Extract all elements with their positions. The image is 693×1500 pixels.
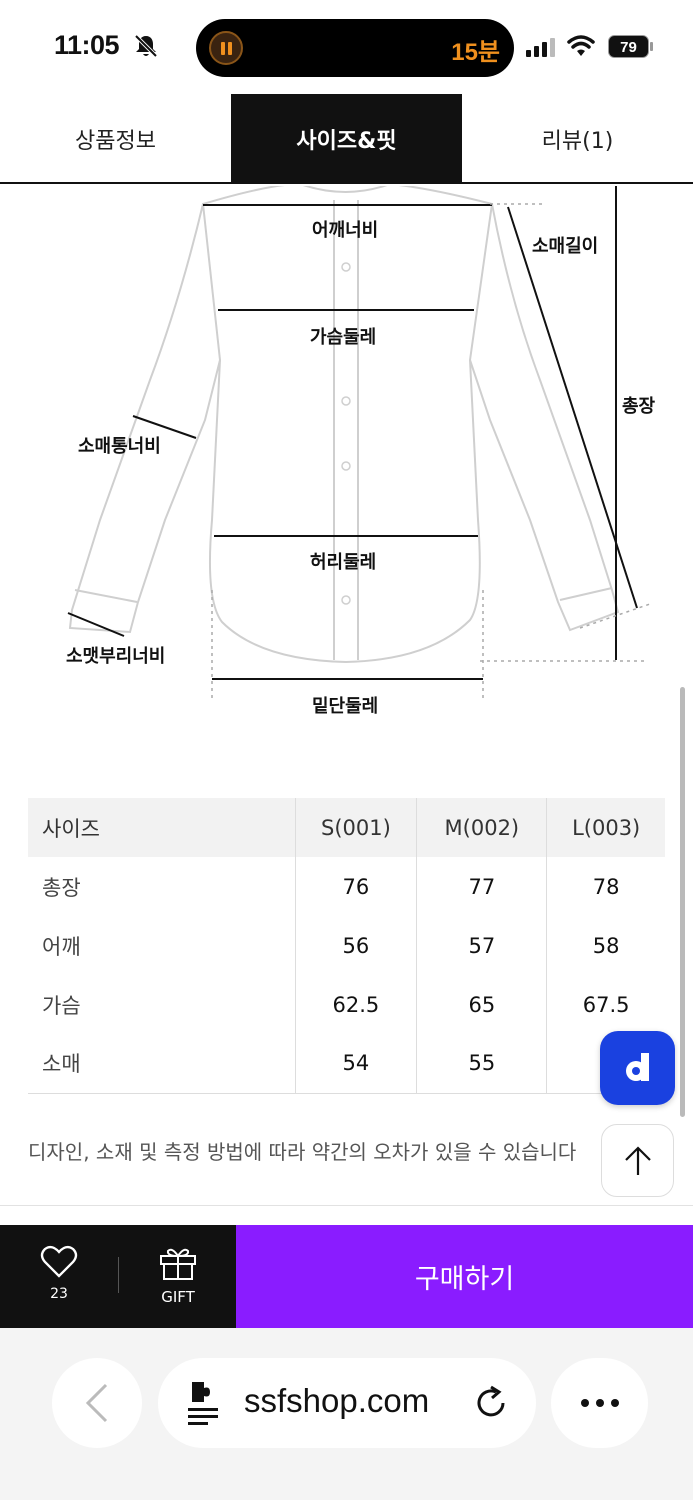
cell: 67.5 [546, 975, 665, 1034]
row-label: 어깨 [42, 934, 81, 959]
label-waist: 허리둘레 [310, 552, 377, 573]
cell: 77 [416, 857, 547, 916]
measurement-note: 디자인, 소재 및 측정 방법에 따라 약간의 오차가 있을 수 있습니다 [28, 1140, 577, 1164]
battery-icon: 79 [608, 35, 653, 58]
bottom-bar-left: 23 GIFT [0, 1225, 236, 1328]
heart-icon [40, 1245, 78, 1278]
d-logo-icon [625, 1053, 649, 1081]
buy-button[interactable]: 구매하기 [236, 1225, 693, 1328]
header-size: 사이즈 [28, 798, 295, 857]
reload-icon[interactable] [472, 1384, 510, 1422]
row-label: 가슴 [42, 993, 81, 1018]
bell-slash-icon [134, 34, 158, 58]
cell: 56 [294, 916, 417, 975]
dynamic-island[interactable]: 15분 [196, 19, 514, 77]
cell: 62.5 [294, 975, 417, 1034]
cell: 58 [546, 916, 665, 975]
scroll-top-button[interactable] [601, 1124, 674, 1197]
header-s: S(001) [294, 798, 417, 857]
wishlist-button[interactable]: 23 [18, 1245, 100, 1315]
status-bar: 11:05 15분 79 [0, 0, 693, 92]
battery-level: 79 [620, 39, 637, 56]
label-sleeve-length: 소매길이 [532, 236, 599, 257]
d-logo-button[interactable] [600, 1031, 675, 1105]
pause-icon[interactable] [209, 31, 243, 65]
timer-text: 15분 [451, 39, 500, 66]
cell: 78 [546, 857, 665, 916]
gift-button[interactable]: GIFT [138, 1245, 218, 1315]
site-icon [188, 1382, 218, 1425]
bottom-action-bar: 23 GIFT 구매하기 [0, 1225, 693, 1328]
label-shoulder: 어깨너비 [312, 220, 379, 241]
tab-review[interactable]: 리뷰(1) [462, 94, 693, 184]
url-text: ssfshop.com [244, 1382, 430, 1419]
address-bar[interactable]: ssfshop.com [158, 1358, 536, 1448]
back-button[interactable] [52, 1358, 142, 1448]
label-chest: 가슴둘레 [310, 327, 377, 348]
label-total-length: 총장 [622, 396, 656, 417]
header-l: L(003) [546, 798, 665, 857]
divider [0, 1205, 693, 1206]
cell: 55 [416, 1034, 547, 1094]
table-header-row: 사이즈 S(001) M(002) L(003) [28, 798, 665, 857]
arrow-up-icon [624, 1145, 651, 1175]
browser-toolbar: ssfshop.com [0, 1328, 693, 1500]
tab-size-fit[interactable]: 사이즈&핏 [231, 94, 462, 184]
table-row: 총장 76 77 78 [28, 857, 665, 916]
signal-icon [526, 38, 555, 57]
row-label: 소매 [28, 1034, 295, 1094]
product-tabs: 상품정보 사이즈&핏 리뷰(1) [0, 94, 693, 184]
wishlist-count: 23 [50, 1286, 68, 1302]
status-time: 11:05 [54, 30, 120, 60]
label-cuff-width: 소맷부리너비 [66, 646, 166, 667]
wifi-icon [567, 35, 595, 56]
cell: 76 [294, 857, 417, 916]
chevron-left-icon [85, 1383, 108, 1423]
cell: 57 [416, 916, 547, 975]
cell: 65 [416, 975, 547, 1034]
more-icon[interactable] [551, 1358, 648, 1448]
table-row: 가슴 62.5 65 67.5 [28, 975, 665, 1034]
scrollbar[interactable] [680, 687, 685, 1117]
gift-label: GIFT [161, 1288, 195, 1306]
separator [118, 1257, 119, 1293]
size-table: 사이즈 S(001) M(002) L(003) 총장 76 77 78 어깨 … [28, 798, 665, 1094]
size-diagram: 어깨너비 소매길이 가슴둘레 총장 소매통너비 허리둘레 소맷부리너비 밑단둘레 [0, 183, 693, 726]
label-hem: 밑단둘레 [312, 696, 379, 717]
header-m: M(002) [416, 798, 547, 857]
gift-icon [160, 1248, 196, 1280]
cell: 54 [294, 1034, 417, 1094]
table-row: 어깨 56 57 58 [28, 916, 665, 975]
tab-product-info[interactable]: 상품정보 [0, 94, 231, 184]
label-sleeve-width: 소매통너비 [78, 436, 161, 457]
row-label: 총장 [42, 875, 81, 900]
table-row: 소매 54 55 5 [28, 1034, 665, 1094]
